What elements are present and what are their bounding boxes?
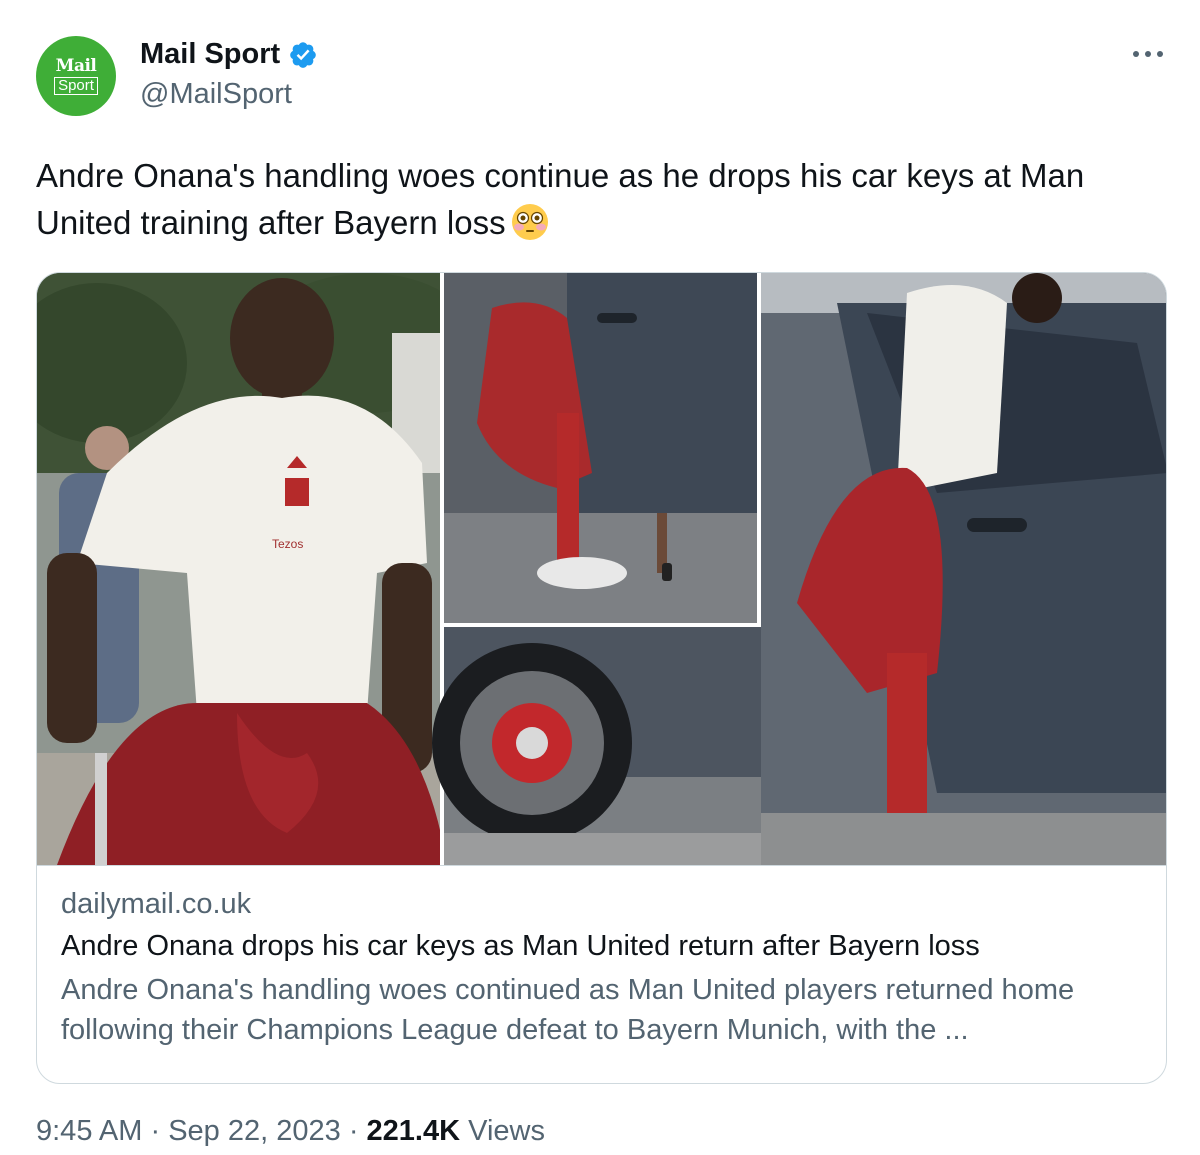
flushed-face-emoji — [511, 204, 548, 240]
views-label: Views — [468, 1115, 545, 1147]
avatar-logo-mail: Mail — [55, 56, 97, 76]
tweet-footer: 9:45 AM · Sep 22, 2023 · 221.4K Views — [36, 1115, 545, 1148]
photo-bending-at-car — [444, 273, 757, 623]
more-icon[interactable] — [1130, 44, 1166, 64]
author-handle[interactable]: @MailSport — [140, 78, 292, 111]
photo-car-wheel — [432, 627, 761, 865]
card-image[interactable]: Tezos — [37, 273, 1167, 865]
card-meta[interactable]: dailymail.co.uk Andre Onana drops his ca… — [37, 865, 1166, 1083]
verified-icon — [290, 41, 316, 68]
footer-separator: · — [348, 1115, 359, 1147]
tweet-text-content: Andre Onana's handling woes continue as … — [36, 157, 1085, 241]
photo-getting-into-car — [761, 273, 1166, 865]
card-description: Andre Onana's handling woes continued as… — [61, 974, 1075, 1046]
tweet[interactable]: Mail Sport Mail Sport @MailSport Andre O… — [0, 0, 1200, 1155]
tweet-date[interactable]: Sep 22, 2023 — [168, 1115, 341, 1147]
avatar[interactable]: Mail Sport — [36, 36, 116, 116]
views-count[interactable]: 221.4K — [367, 1115, 461, 1147]
author-display-name[interactable]: Mail Sport — [140, 38, 280, 71]
card-title[interactable]: Andre Onana drops his car keys as Man Un… — [61, 930, 980, 963]
avatar-logo-sport: Sport — [54, 77, 98, 95]
card-domain[interactable]: dailymail.co.uk — [61, 888, 251, 921]
author-name-row[interactable]: Mail Sport — [140, 38, 318, 71]
tweet-text: Andre Onana's handling woes continue as … — [36, 152, 1164, 246]
tweet-time[interactable]: 9:45 AM — [36, 1115, 142, 1147]
shirt-sponsor-text: Tezos — [272, 537, 303, 551]
footer-separator: · — [150, 1115, 161, 1147]
photo-player-walking: Tezos — [37, 273, 477, 865]
link-card[interactable]: Tezos dailymail.co.uk Andre Onana drops … — [36, 272, 1167, 1084]
